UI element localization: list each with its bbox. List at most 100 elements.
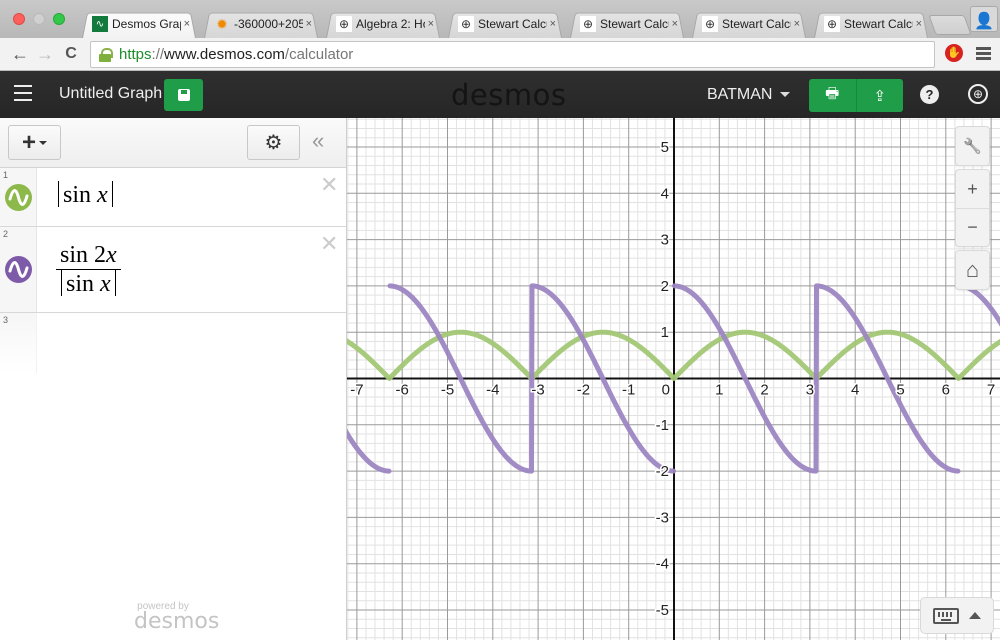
link-icon: ⊕ [824,16,840,32]
window-zoom-button[interactable] [53,13,65,25]
graph-settings-control: 🔧 [955,126,990,166]
gear-icon: ⚙ [264,132,283,154]
x-tick-label: -2 [577,382,590,399]
x-tick-label: -6 [396,382,409,399]
delete-expression-icon[interactable]: ✕ [320,172,338,198]
delete-expression-icon[interactable]: ✕ [320,231,338,257]
browser-toolbar: ← → C https://www.desmos.com/calculator … [0,38,1000,71]
minus-icon: − [967,217,978,237]
url-separator: :// [151,46,165,63]
curve-color-icon[interactable] [5,256,32,283]
tab-close-icon[interactable]: × [916,18,922,30]
user-menu[interactable]: BATMAN [707,86,791,104]
row-gutter: 1 [0,168,37,226]
tab-close-icon[interactable]: × [306,18,312,30]
expression-index: 2 [3,229,9,239]
tab-title: -360000+205 [234,17,303,31]
zoom-controls: + − [955,169,990,247]
tab-close-icon[interactable]: × [184,18,190,30]
zoom-in-button[interactable]: + [955,170,990,208]
window-close-button[interactable] [13,13,25,25]
expression-math[interactable]: sin x [54,181,117,209]
lock-icon [99,47,113,62]
browser-tab[interactable]: ⊕ Stewart Calcu × [566,10,688,38]
tab-title: Desmos Grap [112,17,181,31]
expression-math[interactable]: sin 2x sin x [56,241,121,298]
browser-tab[interactable]: ✹ -360000+205 × [200,10,322,38]
tab-title: Stewart Calcu [722,17,791,31]
adblock-icon[interactable]: ✋ [945,44,963,62]
profile-icon[interactable]: 👤 [970,6,998,32]
tab-close-icon[interactable]: × [794,18,800,30]
plus-icon: + [21,128,36,156]
back-arrow-icon[interactable]: ← [10,44,30,64]
browser-tab[interactable]: ⊕ Stewart Calcu × [444,10,566,38]
person-icon: 👤 [974,13,994,30]
url-scheme: https [119,46,152,63]
x-tick-label: 1 [715,382,723,399]
y-tick-label: -5 [656,602,669,619]
y-tick-label: 1 [661,324,669,341]
share-button[interactable]: ⇪ [855,79,904,112]
plus-icon: + [967,178,978,199]
new-tab-button[interactable] [928,15,972,35]
tab-title: Algebra 2: Ho [356,17,425,31]
address-bar[interactable]: https://www.desmos.com/calculator ★ [90,41,935,68]
row-gutter: 3 [0,313,37,373]
floppy-disk-icon [177,89,190,101]
graph-paper[interactable]: -7 -6 -5 -4 -3 -2 -1 0 1 2 3 4 5 6 7 5 4 3 2 1 -1 -2 -3 -4 -5 [347,118,1000,640]
desmos-icon: ∿ [92,16,108,32]
y-tick-label: -1 [656,417,669,434]
zoom-out-button[interactable]: − [955,208,990,246]
browser-menu-icon[interactable] [976,47,991,61]
browser-tab[interactable]: ⊕ Stewart Calcu × [810,10,932,38]
print-button[interactable]: 🖶 [809,79,856,112]
fraction-denominator: sin x [61,270,116,298]
globe-icon[interactable]: ⊕ [968,84,988,104]
expression-list: + ⚙ « 1 sin x ✕ 2 sin 2x sin x ✕ 3 power… [0,118,347,640]
window-minimize-button[interactable] [33,13,45,25]
sun-icon: ✹ [216,15,228,32]
desmos-logo: desmos [451,78,567,112]
math-var: x [100,271,111,297]
tab-close-icon[interactable]: × [550,18,556,30]
expression-row[interactable]: 2 sin 2x sin x ✕ [0,227,346,313]
default-view-button[interactable]: ⌂ [955,251,990,289]
link-icon: ⊕ [580,16,596,32]
help-icon[interactable]: ? [920,85,939,104]
wrench-icon: 🔧 [963,138,982,155]
fraction-numerator: sin 2x [56,241,121,270]
graph-settings-button[interactable]: ⚙ [247,125,300,160]
keypad-toggle-button[interactable] [920,597,994,634]
math-fn: sin [66,271,95,297]
desmos-header: Untitled Graph desmos BATMAN 🖶 ⇪ ? ⊕ [0,71,1000,118]
reload-icon[interactable]: C [61,44,81,64]
expression-row-empty[interactable]: 3 [0,313,346,373]
x-tick-label: 7 [987,382,995,399]
tab-close-icon[interactable]: × [672,18,678,30]
graph-canvas[interactable]: -7 -6 -5 -4 -3 -2 -1 0 1 2 3 4 5 6 7 5 4 3 2 1 -1 -2 -3 -4 -5 [347,118,1000,640]
tab-close-icon[interactable]: × [428,18,434,30]
graph-title[interactable]: Untitled Graph [59,85,162,103]
y-tick-label: 5 [661,139,669,156]
url-host: www.desmos.com [164,46,285,63]
wrench-button[interactable]: 🔧 [955,127,990,165]
y-tick-label: 4 [661,185,669,202]
x-tick-label: 2 [760,382,768,399]
tab-title: Stewart Calcu [478,17,547,31]
x-tick-label: -1 [622,382,635,399]
tab-title: Stewart Calcu [600,17,669,31]
forward-arrow-icon[interactable]: → [35,44,55,64]
hamburger-menu-icon[interactable] [14,85,32,101]
math-var: x [106,242,117,268]
curve-color-icon[interactable] [5,184,32,211]
browser-tab[interactable]: ∿ Desmos Grap × [78,10,200,38]
browser-tab[interactable]: ⊕ Algebra 2: Ho × [322,10,444,38]
add-item-button[interactable]: + [8,125,61,160]
y-tick-label: 2 [661,278,669,295]
save-button[interactable] [164,79,203,111]
expression-row[interactable]: 1 sin x ✕ [0,168,346,227]
url-path: /calculator [284,46,354,63]
browser-tab[interactable]: ⊕ Stewart Calcu × [688,10,810,38]
collapse-list-icon[interactable]: « [312,128,324,154]
